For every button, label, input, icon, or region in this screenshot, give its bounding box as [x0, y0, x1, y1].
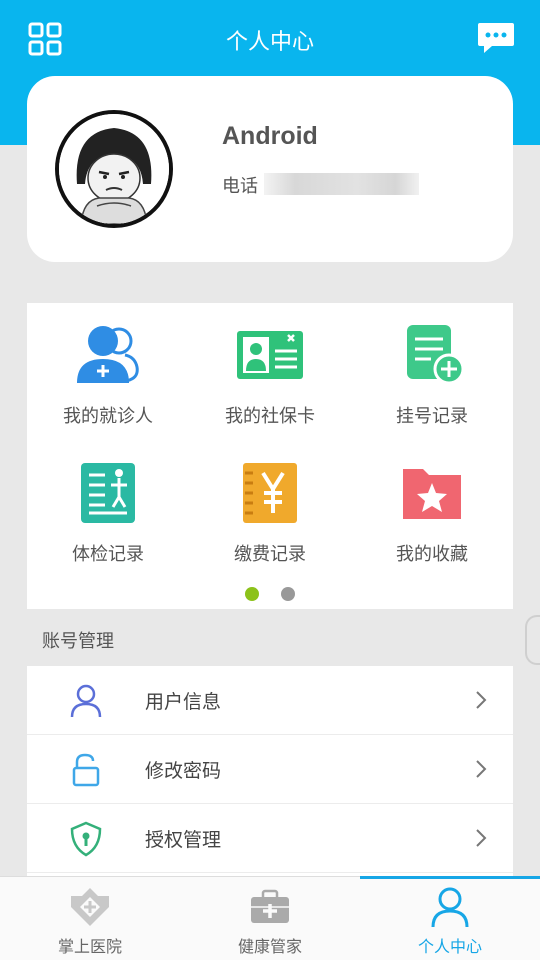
list-item-label: 修改密码 [145, 760, 222, 782]
nav-tab-profile[interactable]: 个人中心 [360, 876, 540, 960]
lock-icon [72, 753, 100, 787]
favorites-icon [403, 469, 461, 519]
bottom-nav: 掌上医院 健康管家 个人中心 [0, 876, 540, 960]
page-title: 个人中心 [225, 30, 314, 55]
nav-tab-hospital[interactable]: 掌上医院 [0, 877, 180, 960]
grid-item-label: 挂号记录 [396, 406, 468, 427]
grid-item-label: 体检记录 [72, 544, 144, 565]
chevron-right-icon [476, 691, 487, 709]
side-drawer-handle[interactable] [525, 615, 540, 665]
list-item-label: 用户信息 [145, 691, 222, 713]
person-icon [431, 887, 469, 928]
chevron-right-icon [476, 760, 487, 778]
service-grid: 我的就诊人 我的社保卡 挂号记录 体检记录 缴费记录 我的收藏 [27, 303, 513, 609]
page-dot[interactable] [280, 587, 295, 601]
grid-item-payment-records[interactable]: 缴费记录 [189, 441, 351, 571]
page-dot-active[interactable] [245, 587, 260, 601]
chevron-right-icon [476, 829, 487, 847]
list-item-label: 授权管理 [145, 829, 222, 851]
id-card-icon [237, 331, 303, 379]
message-button[interactable] [476, 20, 516, 56]
grid-item-patients[interactable]: 我的就诊人 [27, 303, 189, 433]
avatar[interactable] [55, 110, 173, 228]
grid-item-register-records[interactable]: 挂号记录 [351, 303, 513, 433]
phone-number-redacted [264, 173, 419, 195]
profile-name: Android [222, 122, 318, 150]
grid-item-label: 我的社保卡 [225, 406, 315, 427]
medkit-icon [251, 889, 289, 923]
grid-item-label: 缴费记录 [234, 544, 306, 565]
patient-icon [77, 326, 139, 383]
hospital-icon [71, 888, 109, 926]
account-list: 用户信息 修改密码 授权管理 [27, 666, 513, 876]
grid-item-social-card[interactable]: 我的社保卡 [189, 303, 351, 433]
nav-tab-health[interactable]: 健康管家 [180, 877, 360, 960]
grid-item-label: 我的就诊人 [63, 406, 153, 427]
shield-icon [70, 821, 102, 857]
nav-tab-label: 掌上医院 [57, 937, 122, 956]
register-record-icon [407, 325, 465, 385]
nav-tab-label: 健康管家 [237, 937, 302, 956]
payment-icon [243, 463, 297, 523]
grid-item-favorites[interactable]: 我的收藏 [351, 441, 513, 571]
profile-card[interactable]: Android 电话 [27, 76, 513, 262]
list-item-user-info[interactable]: 用户信息 [27, 666, 513, 735]
avatar-cartoon-icon [59, 114, 169, 224]
list-item-authorization[interactable]: 授权管理 [27, 804, 513, 873]
chat-icon [478, 23, 514, 53]
checkup-icon [81, 463, 135, 523]
page-indicator [27, 586, 513, 605]
grid-item-label: 我的收藏 [396, 544, 468, 565]
grid-item-checkup-records[interactable]: 体检记录 [27, 441, 189, 571]
list-item-change-password[interactable]: 修改密码 [27, 735, 513, 804]
phone-label: 电话 [222, 176, 258, 197]
nav-tab-label: 个人中心 [417, 937, 482, 956]
user-icon [70, 684, 102, 718]
account-section-title: 账号管理 [42, 631, 114, 652]
